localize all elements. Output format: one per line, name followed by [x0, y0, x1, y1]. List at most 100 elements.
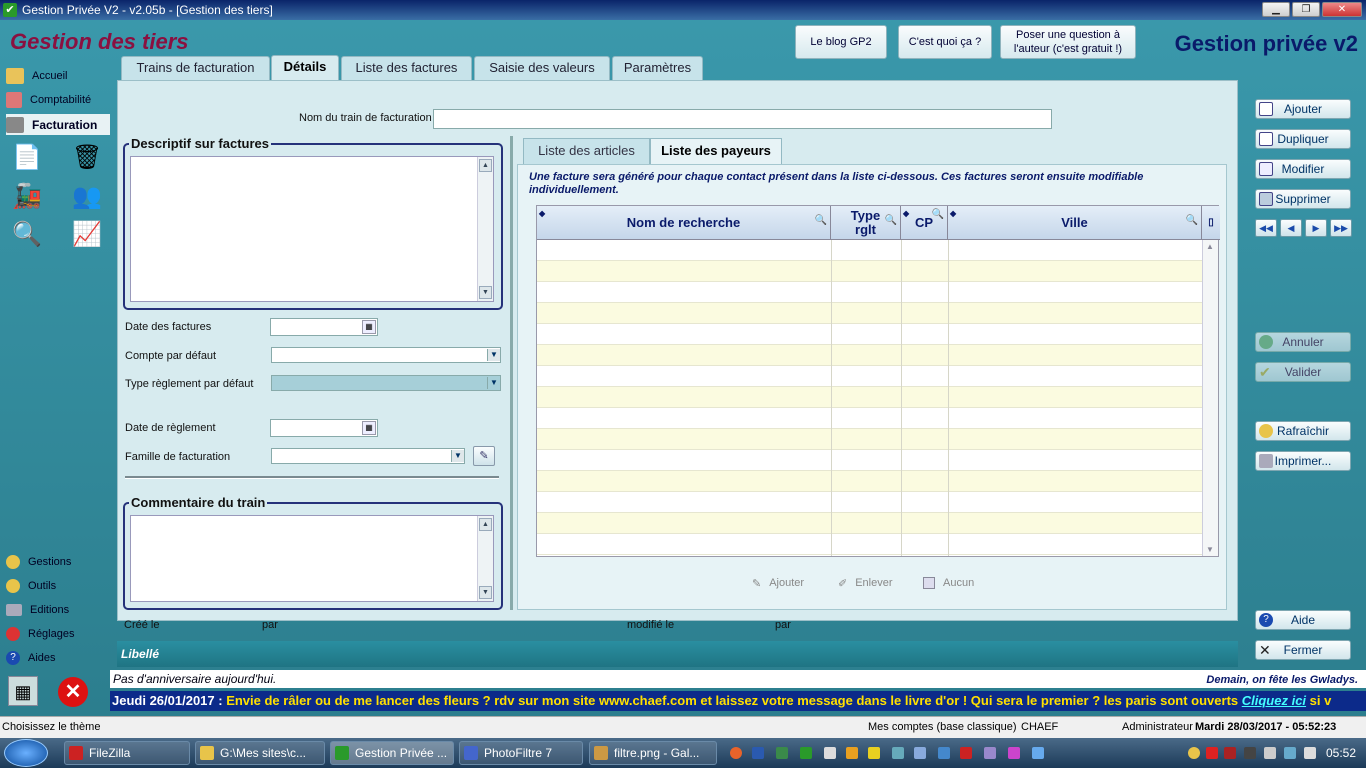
chevron-down-icon[interactable]: ▼ — [487, 349, 500, 361]
commentaire-scrollbar[interactable]: ▲ ▼ — [477, 516, 493, 601]
table-row[interactable] — [537, 492, 1202, 513]
search-icon[interactable]: 🔍 — [885, 214, 897, 228]
valider-button[interactable]: ✔ Valider — [1255, 362, 1351, 382]
scroll-down-icon[interactable]: ▼ — [479, 286, 492, 299]
chevron-down-icon[interactable]: ▼ — [487, 377, 500, 389]
descriptif-textarea[interactable]: ▲ ▼ — [130, 156, 494, 302]
tray-icon[interactable] — [1264, 747, 1276, 759]
grid-scrollbar[interactable]: ▲ ▼ — [1202, 240, 1218, 556]
tab-parametres[interactable]: Paramètres — [612, 56, 703, 80]
nav-outils[interactable]: Outils — [6, 576, 56, 596]
payeurs-grid[interactable]: ◆ Nom de recherche 🔍 Type rglt 🔍 ◆ CP 🔍 … — [536, 205, 1220, 557]
table-row[interactable] — [537, 387, 1202, 408]
table-row[interactable] — [537, 282, 1202, 303]
column-chooser-icon[interactable]: ▯ — [1202, 206, 1220, 240]
table-row[interactable] — [537, 261, 1202, 282]
task-gestion-privee[interactable]: Gestion Privée ... — [330, 741, 454, 765]
nav-comptabilite[interactable]: Comptabilité — [6, 90, 91, 110]
subtab-payeurs[interactable]: Liste des payeurs — [650, 138, 782, 164]
search-icon[interactable]: 🔍 — [932, 208, 944, 222]
fermer-button[interactable]: ✕ Fermer — [1255, 640, 1351, 660]
chevron-down-icon[interactable]: ▼ — [451, 450, 464, 462]
table-row[interactable] — [537, 450, 1202, 471]
contacts-icon[interactable]: 👥 — [72, 182, 102, 212]
app-icon[interactable] — [1008, 747, 1020, 759]
first-record-icon[interactable]: ◀◀ — [1255, 219, 1277, 237]
rafraichir-button[interactable]: Rafraîchir — [1255, 421, 1351, 441]
supprimer-button[interactable]: Supprimer — [1255, 189, 1351, 209]
app-icon[interactable] — [984, 747, 996, 759]
imprimer-button[interactable]: Imprimer... — [1255, 451, 1351, 471]
nav-aides[interactable]: ? Aides — [6, 648, 56, 668]
table-row[interactable] — [537, 303, 1202, 324]
tab-liste-factures[interactable]: Liste des factures — [341, 56, 472, 80]
type-reglement-select[interactable]: ▼ — [271, 375, 501, 391]
search-icon[interactable]: 🔍 — [1186, 214, 1198, 228]
dupliquer-button[interactable]: Dupliquer — [1255, 129, 1351, 149]
last-record-icon[interactable]: ▶▶ — [1330, 219, 1352, 237]
ask-author-button[interactable]: Poser une question à l'auteur (c'est gra… — [1000, 25, 1136, 59]
scroll-up-icon[interactable]: ▲ — [479, 518, 492, 531]
nav-gestions[interactable]: Gestions — [6, 552, 71, 572]
scroll-down-icon[interactable]: ▼ — [1206, 545, 1214, 554]
aide-button[interactable]: ? Aide — [1255, 610, 1351, 630]
task-gallery[interactable]: filtre.png - Gal... — [589, 741, 717, 765]
col-nom-recherche[interactable]: ◆ Nom de recherche 🔍 — [537, 206, 831, 240]
date-factures-input[interactable]: ▦ — [270, 318, 378, 336]
app-icon[interactable] — [1032, 747, 1044, 759]
splitter[interactable] — [510, 136, 513, 610]
subtab-articles[interactable]: Liste des articles — [523, 138, 650, 164]
table-row[interactable] — [537, 366, 1202, 387]
close-window-icon[interactable]: ✕ — [1322, 2, 1362, 17]
what-is-this-button[interactable]: C'est quoi ça ? — [898, 25, 992, 59]
scroll-up-icon[interactable]: ▲ — [1206, 242, 1214, 251]
scroll-up-icon[interactable]: ▲ — [479, 159, 492, 172]
nav-reglages[interactable]: Réglages — [6, 624, 74, 644]
app-icon[interactable] — [892, 747, 904, 759]
tab-trains[interactable]: Trains de facturation — [121, 56, 270, 80]
col-type-rglt[interactable]: Type rglt 🔍 — [831, 206, 901, 240]
status-theme[interactable]: Choisissez le thème — [2, 721, 100, 733]
ajouter-button[interactable]: Ajouter — [1255, 99, 1351, 119]
grid-enlever-button[interactable]: ✐ Enlever — [838, 573, 893, 593]
ticker-link[interactable]: Cliquez ici — [1242, 693, 1306, 708]
date-reglement-input[interactable]: ▦ — [270, 419, 378, 437]
modifier-button[interactable]: Modifier — [1255, 159, 1351, 179]
table-row[interactable] — [537, 534, 1202, 555]
search-icon[interactable]: 🔍 — [815, 214, 827, 228]
annuler-button[interactable]: Annuler — [1255, 332, 1351, 352]
task-explorer[interactable]: G:\Mes sites\c... — [195, 741, 325, 765]
tray-icon[interactable] — [1206, 747, 1218, 759]
table-row[interactable] — [537, 429, 1202, 450]
tray-icon[interactable] — [1284, 747, 1296, 759]
app-icon[interactable] — [824, 747, 836, 759]
nav-accueil[interactable]: Accueil — [6, 66, 67, 86]
tray-icon[interactable] — [1244, 747, 1256, 759]
trash-bin-icon[interactable]: 🗑 — [72, 143, 102, 173]
app-icon[interactable] — [914, 747, 926, 759]
tab-details[interactable]: Détails — [271, 55, 339, 81]
tab-saisie-valeurs[interactable]: Saisie des valeurs — [474, 56, 610, 80]
grid-ajouter-button[interactable]: ✎ Ajouter — [752, 573, 804, 593]
task-filezilla[interactable]: FileZilla — [64, 741, 190, 765]
blog-button[interactable]: Le blog GP2 — [795, 25, 887, 59]
chart-icon[interactable]: 📈 — [72, 220, 102, 250]
nav-editions[interactable]: Editions — [6, 600, 69, 620]
excel-icon[interactable] — [776, 747, 788, 759]
pen-edit-icon[interactable]: ✎ — [473, 446, 495, 466]
col-cp[interactable]: ◆ CP 🔍 — [901, 206, 948, 240]
search-magnifier-icon[interactable]: 🔍 — [12, 220, 42, 250]
task-photofiltre[interactable]: PhotoFiltre 7 — [459, 741, 583, 765]
minimize-icon[interactable]: ▁ — [1262, 2, 1290, 17]
train-name-input[interactable] — [433, 109, 1052, 129]
table-row[interactable] — [537, 240, 1202, 261]
nav-facturation[interactable]: Facturation — [6, 114, 110, 135]
firefox-icon[interactable] — [730, 747, 742, 759]
app-icon[interactable] — [868, 747, 880, 759]
app-icon[interactable] — [800, 747, 812, 759]
app-icon[interactable] — [938, 747, 950, 759]
calendar-icon[interactable]: ▦ — [362, 421, 376, 435]
next-record-icon[interactable]: ▶ — [1305, 219, 1327, 237]
quit-app-icon[interactable]: ✕ — [58, 677, 88, 707]
word-icon[interactable] — [752, 747, 764, 759]
